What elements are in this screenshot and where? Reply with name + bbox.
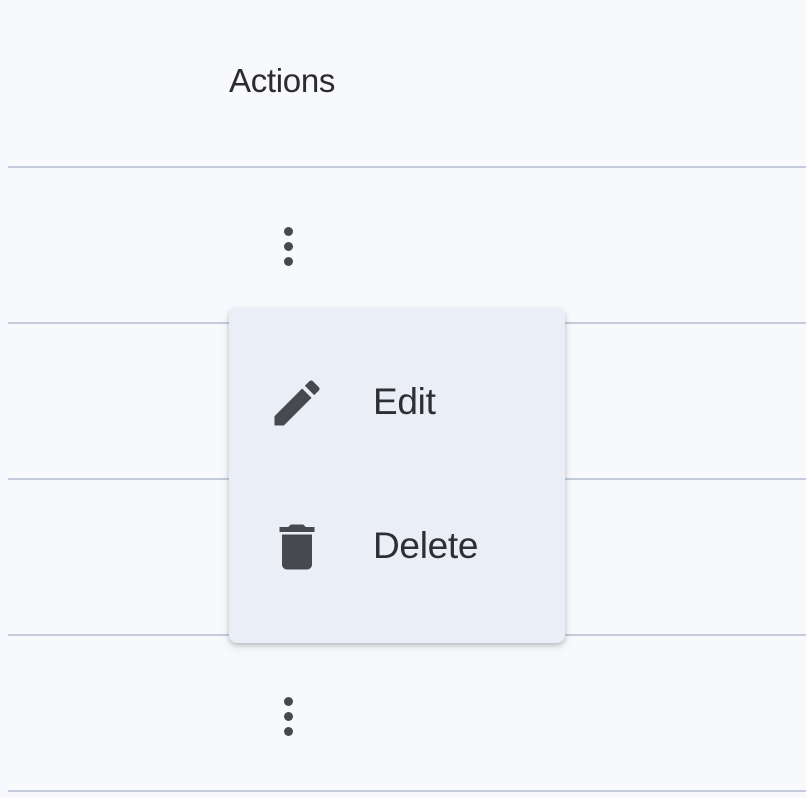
trash-icon xyxy=(267,517,327,577)
more-vert-icon-dot xyxy=(283,256,293,266)
menu-item-label: Delete xyxy=(373,525,479,566)
table-header-row: Actions xyxy=(0,0,806,167)
more-vert-icon-dot xyxy=(283,241,293,251)
row-actions-menu-button[interactable] xyxy=(268,216,308,276)
more-vert-icon xyxy=(283,696,293,706)
more-vert-icon xyxy=(283,226,293,236)
menu-item-edit[interactable]: Edit xyxy=(229,348,565,458)
menu-item-delete[interactable]: Delete xyxy=(229,492,565,602)
more-vert-icon-dot xyxy=(283,711,293,721)
pencil-icon xyxy=(267,373,327,433)
column-header-actions: Actions xyxy=(229,62,336,99)
table-row xyxy=(0,636,806,791)
more-vert-icon-dot xyxy=(283,726,293,736)
row-actions-dropdown-menu: Edit Delete xyxy=(229,308,565,643)
row-divider xyxy=(8,790,806,792)
menu-item-label: Edit xyxy=(373,381,436,422)
table-row xyxy=(0,168,806,323)
row-actions-menu-button[interactable] xyxy=(268,686,308,746)
